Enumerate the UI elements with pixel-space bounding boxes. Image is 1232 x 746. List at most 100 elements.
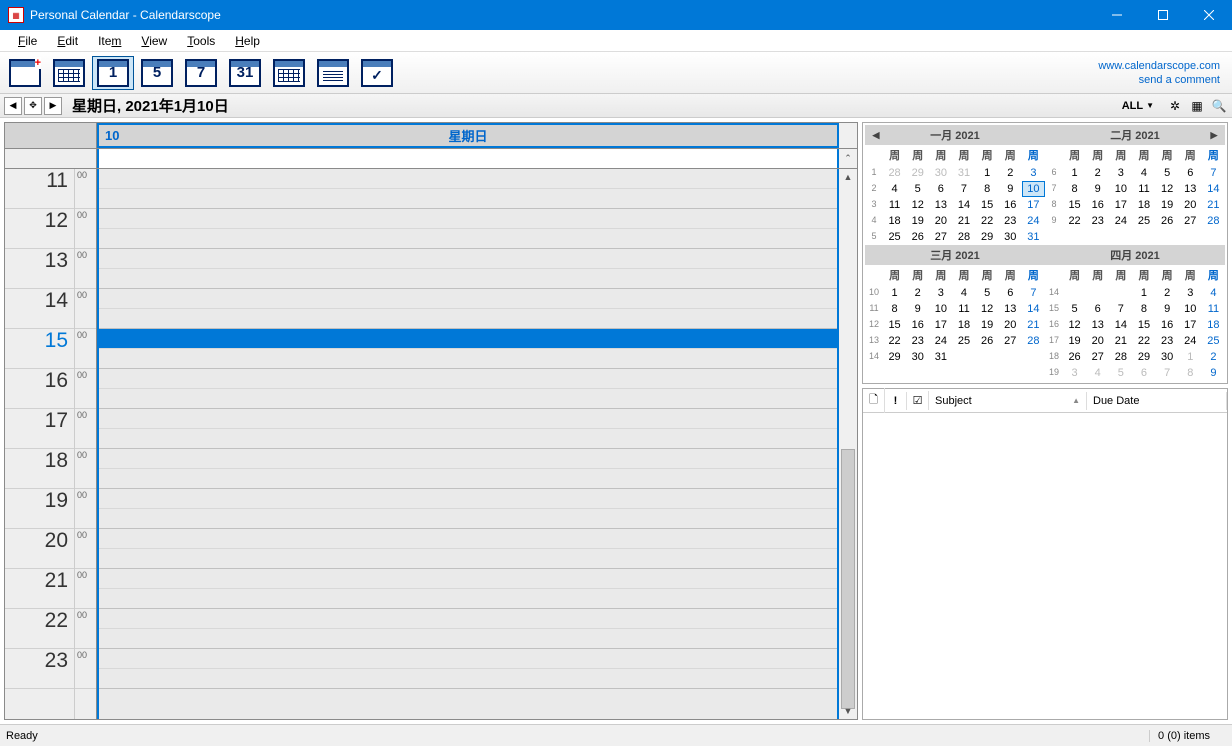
mini-cal-day[interactable]: 31 bbox=[952, 165, 975, 181]
mini-cal-day[interactable]: 9 bbox=[999, 181, 1022, 197]
mini-cal-day[interactable]: 22 bbox=[1132, 333, 1155, 349]
mini-cal-day[interactable]: 12 bbox=[1156, 181, 1179, 197]
task-list[interactable] bbox=[863, 413, 1227, 719]
mini-cal-day[interactable]: 31 bbox=[929, 349, 952, 365]
time-slot[interactable] bbox=[99, 229, 837, 249]
mini-cal-day[interactable]: 19 bbox=[976, 317, 999, 333]
mini-cal-day[interactable]: 4 bbox=[1086, 365, 1109, 381]
mini-cal-day[interactable]: 1 bbox=[1063, 165, 1086, 181]
mini-cal-day[interactable]: 6 bbox=[1132, 365, 1155, 381]
mini-cal-day[interactable]: 5 bbox=[976, 285, 999, 301]
mini-cal-day[interactable]: 27 bbox=[1086, 349, 1109, 365]
tb-today[interactable] bbox=[48, 56, 90, 90]
mini-cal-day[interactable]: 17 bbox=[1109, 197, 1132, 213]
tb-year-view[interactable] bbox=[268, 56, 310, 90]
time-slot[interactable] bbox=[99, 389, 837, 409]
mini-cal-day[interactable]: 15 bbox=[883, 317, 906, 333]
mini-cal-day[interactable]: 1 bbox=[1132, 285, 1155, 301]
mini-cal-day[interactable]: 21 bbox=[1202, 197, 1225, 213]
mini-cal-day[interactable]: 12 bbox=[976, 301, 999, 317]
mini-cal-day[interactable]: 14 bbox=[1022, 301, 1045, 317]
allday-row[interactable]: ⌃ bbox=[5, 149, 857, 169]
mini-cal-day[interactable]: 11 bbox=[1202, 301, 1225, 317]
mini-cal-day[interactable]: 16 bbox=[906, 317, 929, 333]
mini-cal-day[interactable]: 30 bbox=[929, 165, 952, 181]
time-slot[interactable] bbox=[99, 549, 837, 569]
mini-cal-day[interactable]: 11 bbox=[1132, 181, 1155, 197]
menu-tools[interactable]: Tools bbox=[177, 32, 225, 50]
mini-cal-day[interactable]: 13 bbox=[1179, 181, 1202, 197]
time-slot[interactable] bbox=[99, 429, 837, 449]
mini-cal-day[interactable]: 25 bbox=[1202, 333, 1225, 349]
mini-cal-day[interactable]: 22 bbox=[883, 333, 906, 349]
mini-cal-day[interactable]: 25 bbox=[883, 229, 906, 245]
mini-cal-day[interactable]: 10 bbox=[1022, 181, 1045, 197]
mini-cal-day[interactable]: 27 bbox=[1179, 213, 1202, 229]
mini-cal-day[interactable]: 2 bbox=[1086, 165, 1109, 181]
mini-cal-day[interactable]: 31 bbox=[1022, 229, 1045, 245]
task-col-done-icon[interactable]: ☑ bbox=[907, 391, 929, 410]
mini-cal-day[interactable]: 20 bbox=[999, 317, 1022, 333]
mini-cal-day[interactable]: 30 bbox=[999, 229, 1022, 245]
mini-cal-day[interactable]: 6 bbox=[1086, 301, 1109, 317]
menu-help[interactable]: Help bbox=[225, 32, 270, 50]
mini-cal-day[interactable]: 5 bbox=[906, 181, 929, 197]
time-slot[interactable] bbox=[99, 529, 837, 549]
mini-cal-day[interactable]: 20 bbox=[1179, 197, 1202, 213]
mini-cal-day[interactable]: 16 bbox=[1086, 197, 1109, 213]
mini-cal-day[interactable]: 21 bbox=[1022, 317, 1045, 333]
settings-icon[interactable]: ✲ bbox=[1166, 97, 1184, 115]
mini-cal-day[interactable]: 28 bbox=[1109, 349, 1132, 365]
mini-cal-day[interactable]: 20 bbox=[929, 213, 952, 229]
menu-edit[interactable]: Edit bbox=[47, 32, 88, 50]
time-slot[interactable] bbox=[99, 209, 837, 229]
tb-agenda-view[interactable] bbox=[312, 56, 354, 90]
mini-cal-day[interactable]: 24 bbox=[1109, 213, 1132, 229]
time-slot[interactable] bbox=[99, 569, 837, 589]
mini-cal-day[interactable]: 2 bbox=[1156, 285, 1179, 301]
mini-cal-day[interactable]: 9 bbox=[1086, 181, 1109, 197]
mini-cal-day[interactable]: 2 bbox=[999, 165, 1022, 181]
time-slot[interactable] bbox=[99, 349, 837, 369]
time-slot[interactable] bbox=[99, 609, 837, 629]
maximize-button[interactable] bbox=[1140, 0, 1186, 30]
mini-cal-day[interactable]: 17 bbox=[1179, 317, 1202, 333]
link-website[interactable]: www.calendarscope.com bbox=[1098, 59, 1220, 73]
mini-cal-day[interactable]: 5 bbox=[1156, 165, 1179, 181]
mini-cal-day[interactable]: 5 bbox=[1109, 365, 1132, 381]
mini-cal-day[interactable]: 10 bbox=[1109, 181, 1132, 197]
mini-cal-day[interactable]: 7 bbox=[1202, 165, 1225, 181]
mini-cal-day[interactable]: 14 bbox=[952, 197, 975, 213]
time-slot[interactable] bbox=[99, 489, 837, 509]
mini-cal-day[interactable]: 3 bbox=[1179, 285, 1202, 301]
mini-cal-day[interactable]: 2 bbox=[906, 285, 929, 301]
mini-cal-day[interactable]: 8 bbox=[883, 301, 906, 317]
mini-cal-day[interactable]: 27 bbox=[999, 333, 1022, 349]
mini-cal-day[interactable]: 24 bbox=[1179, 333, 1202, 349]
tb-day-view[interactable]: 1 bbox=[92, 56, 134, 90]
mini-cal-prev[interactable]: ◀ bbox=[869, 130, 883, 141]
tb-week-view[interactable]: 7 bbox=[180, 56, 222, 90]
mini-cal-day[interactable]: 16 bbox=[1156, 317, 1179, 333]
filter-all-button[interactable]: ALL▼ bbox=[1114, 98, 1162, 114]
mini-cal-day[interactable]: 8 bbox=[1063, 181, 1086, 197]
mini-cal-day[interactable]: 24 bbox=[1022, 213, 1045, 229]
mini-cal-day[interactable]: 15 bbox=[1063, 197, 1086, 213]
mini-cal-day[interactable]: 23 bbox=[1086, 213, 1109, 229]
mini-cal-day[interactable]: 18 bbox=[883, 213, 906, 229]
mini-cal-day[interactable]: 19 bbox=[906, 213, 929, 229]
minimize-button[interactable] bbox=[1094, 0, 1140, 30]
tb-tasks-view[interactable] bbox=[356, 56, 398, 90]
mini-cal-day[interactable]: 23 bbox=[1156, 333, 1179, 349]
mini-cal-day[interactable]: 22 bbox=[976, 213, 999, 229]
mini-cal-day[interactable]: 25 bbox=[952, 333, 975, 349]
mini-cal-day[interactable]: 3 bbox=[1109, 165, 1132, 181]
mini-cal-day[interactable]: 9 bbox=[1202, 365, 1225, 381]
mini-cal-day[interactable]: 4 bbox=[952, 285, 975, 301]
mini-cal-day[interactable]: 29 bbox=[976, 229, 999, 245]
mini-cal-day[interactable]: 5 bbox=[1063, 301, 1086, 317]
mini-cal-day[interactable]: 21 bbox=[1109, 333, 1132, 349]
mini-cal-day[interactable]: 14 bbox=[1109, 317, 1132, 333]
time-slot[interactable] bbox=[99, 309, 837, 329]
mini-cal-day[interactable]: 9 bbox=[1156, 301, 1179, 317]
